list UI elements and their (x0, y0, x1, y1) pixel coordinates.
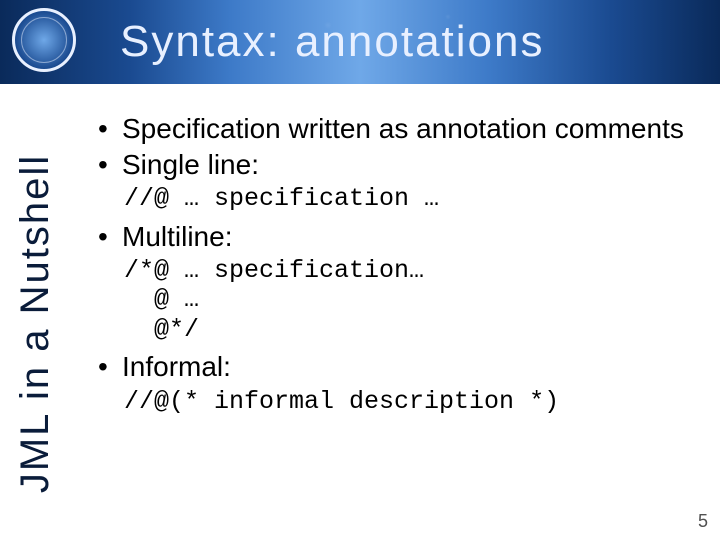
slide-title: Syntax: annotations (120, 0, 700, 84)
code-single-line: //@ … specification … (124, 184, 696, 214)
code-multiline: /*@ … specification… @ … @*/ (124, 256, 696, 345)
title-band: Syntax: annotations (0, 0, 720, 84)
sidebar-label: JML in a Nutshell (14, 153, 59, 492)
slide-content: Specification written as annotation comm… (92, 112, 696, 510)
bullet-spec-written: Specification written as annotation comm… (92, 112, 696, 146)
page-number: 5 (698, 511, 708, 532)
sidebar: JML in a Nutshell (14, 118, 58, 528)
bullet-single-line: Single line: (92, 148, 696, 182)
bullet-informal: Informal: (92, 350, 696, 384)
bullet-multiline: Multiline: (92, 220, 696, 254)
institution-seal-icon (12, 8, 76, 72)
slide: Syntax: annotations JML in a Nutshell Sp… (0, 0, 720, 540)
code-informal: //@(* informal description *) (124, 387, 696, 417)
